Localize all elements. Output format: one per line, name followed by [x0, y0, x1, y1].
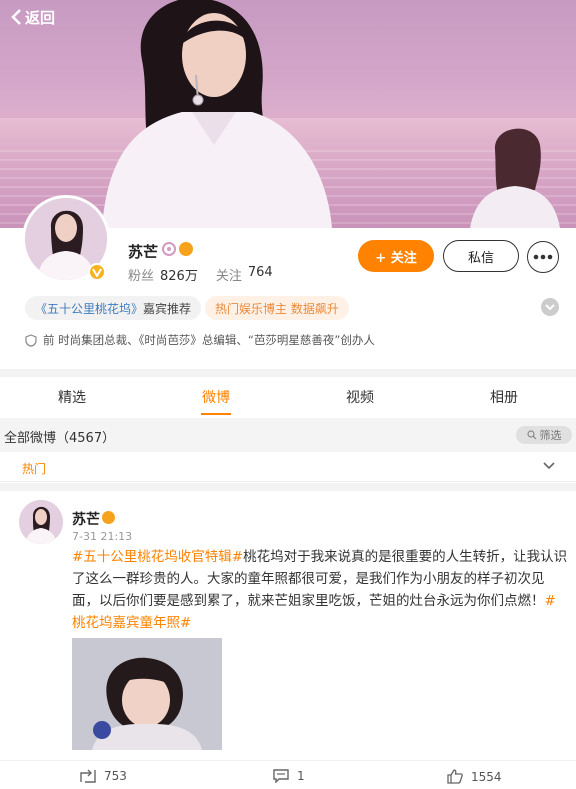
like-icon: [447, 769, 463, 784]
hot-label: 热门: [22, 462, 47, 476]
show-link[interactable]: 《五十公里桃花坞》: [35, 300, 143, 317]
tab-weibo[interactable]: 微博: [144, 378, 288, 415]
section-divider: [0, 369, 576, 377]
back-label: 返回: [25, 8, 56, 27]
more-dots-icon: [533, 254, 553, 260]
post-avatar[interactable]: [19, 500, 63, 544]
banner-girl-figure: [470, 128, 560, 228]
fan-badge-icon: [102, 511, 115, 524]
verified-badge-icon: [88, 263, 106, 281]
post-avatar-image: [19, 500, 63, 544]
following-count[interactable]: 764: [248, 265, 273, 284]
expand-tags-button[interactable]: [541, 298, 559, 316]
post-photo[interactable]: [72, 638, 222, 750]
profile-stats: 粉丝 826万 关注 764: [128, 265, 273, 284]
post-timestamp: 7-31 21:13: [72, 530, 133, 543]
follow-button[interactable]: + 关注: [358, 240, 434, 272]
banner-woman-figure: [102, 0, 332, 228]
profile-tabs: 精选 微博 视频 相册: [0, 378, 576, 415]
childhood-photo-image: [72, 638, 222, 750]
tab-videos[interactable]: 视频: [288, 378, 432, 415]
chevron-down-icon: [545, 304, 555, 311]
hot-blogger-tag[interactable]: 热门娱乐博主 数据飙升: [205, 296, 349, 320]
hot-section-bar[interactable]: 热门: [0, 452, 576, 482]
post-actions: 753 1 1554: [0, 760, 576, 789]
chevron-left-icon: [11, 9, 21, 25]
bio-text: 前 时尚集团总裁、《时尚芭莎》总编辑、“芭莎明星慈善夜”创办人: [43, 333, 375, 347]
comment-icon: [273, 769, 289, 783]
show-guest-tag[interactable]: 《五十公里桃花坞》 嘉宾推荐: [25, 296, 202, 320]
filter-button[interactable]: 筛选: [516, 426, 572, 444]
profile-banner: [0, 0, 576, 228]
post-body: #五十公里桃花坞收官特辑#桃花坞对于我来说真的是很重要的人生转折，让我认识了这么…: [72, 546, 568, 634]
fan-badge-icon[interactable]: [179, 242, 193, 256]
tab-albums[interactable]: 相册: [432, 378, 576, 415]
all-posts-count: 全部微博（4567）: [4, 431, 116, 446]
profile-bio: 前 时尚集团总裁、《时尚芭莎》总编辑、“芭莎明星慈善夜”创办人: [25, 332, 375, 348]
all-posts-bar: 全部微博（4567） 筛选: [0, 418, 576, 452]
following-label: 关注: [215, 269, 242, 284]
repost-button[interactable]: 753: [80, 769, 127, 783]
post-author-name[interactable]: 苏芒: [72, 509, 100, 529]
repost-icon: [80, 769, 96, 783]
like-button[interactable]: 1554: [447, 769, 502, 784]
search-icon: [526, 430, 536, 440]
filter-label: 筛选: [539, 429, 562, 442]
back-button[interactable]: 返回: [10, 6, 55, 28]
section-divider: [0, 483, 576, 491]
more-button[interactable]: [527, 241, 559, 273]
shield-icon: [25, 333, 37, 347]
comment-button[interactable]: 1: [273, 769, 305, 783]
show-guest-text: 嘉宾推荐: [143, 301, 192, 316]
chevron-down-icon[interactable]: [543, 461, 555, 471]
tab-featured[interactable]: 精选: [0, 378, 144, 415]
like-count: 1554: [471, 769, 502, 784]
comment-count: 1: [297, 769, 305, 783]
member-level-icon[interactable]: [162, 242, 176, 256]
followers-count[interactable]: 826万: [160, 265, 198, 284]
profile-name: 苏芒: [128, 243, 159, 261]
post-topic-link[interactable]: #五十公里桃花坞收官特辑#: [72, 549, 243, 565]
message-button[interactable]: 私信: [443, 240, 519, 272]
repost-count: 753: [104, 769, 127, 783]
followers-label: 粉丝: [128, 269, 155, 284]
